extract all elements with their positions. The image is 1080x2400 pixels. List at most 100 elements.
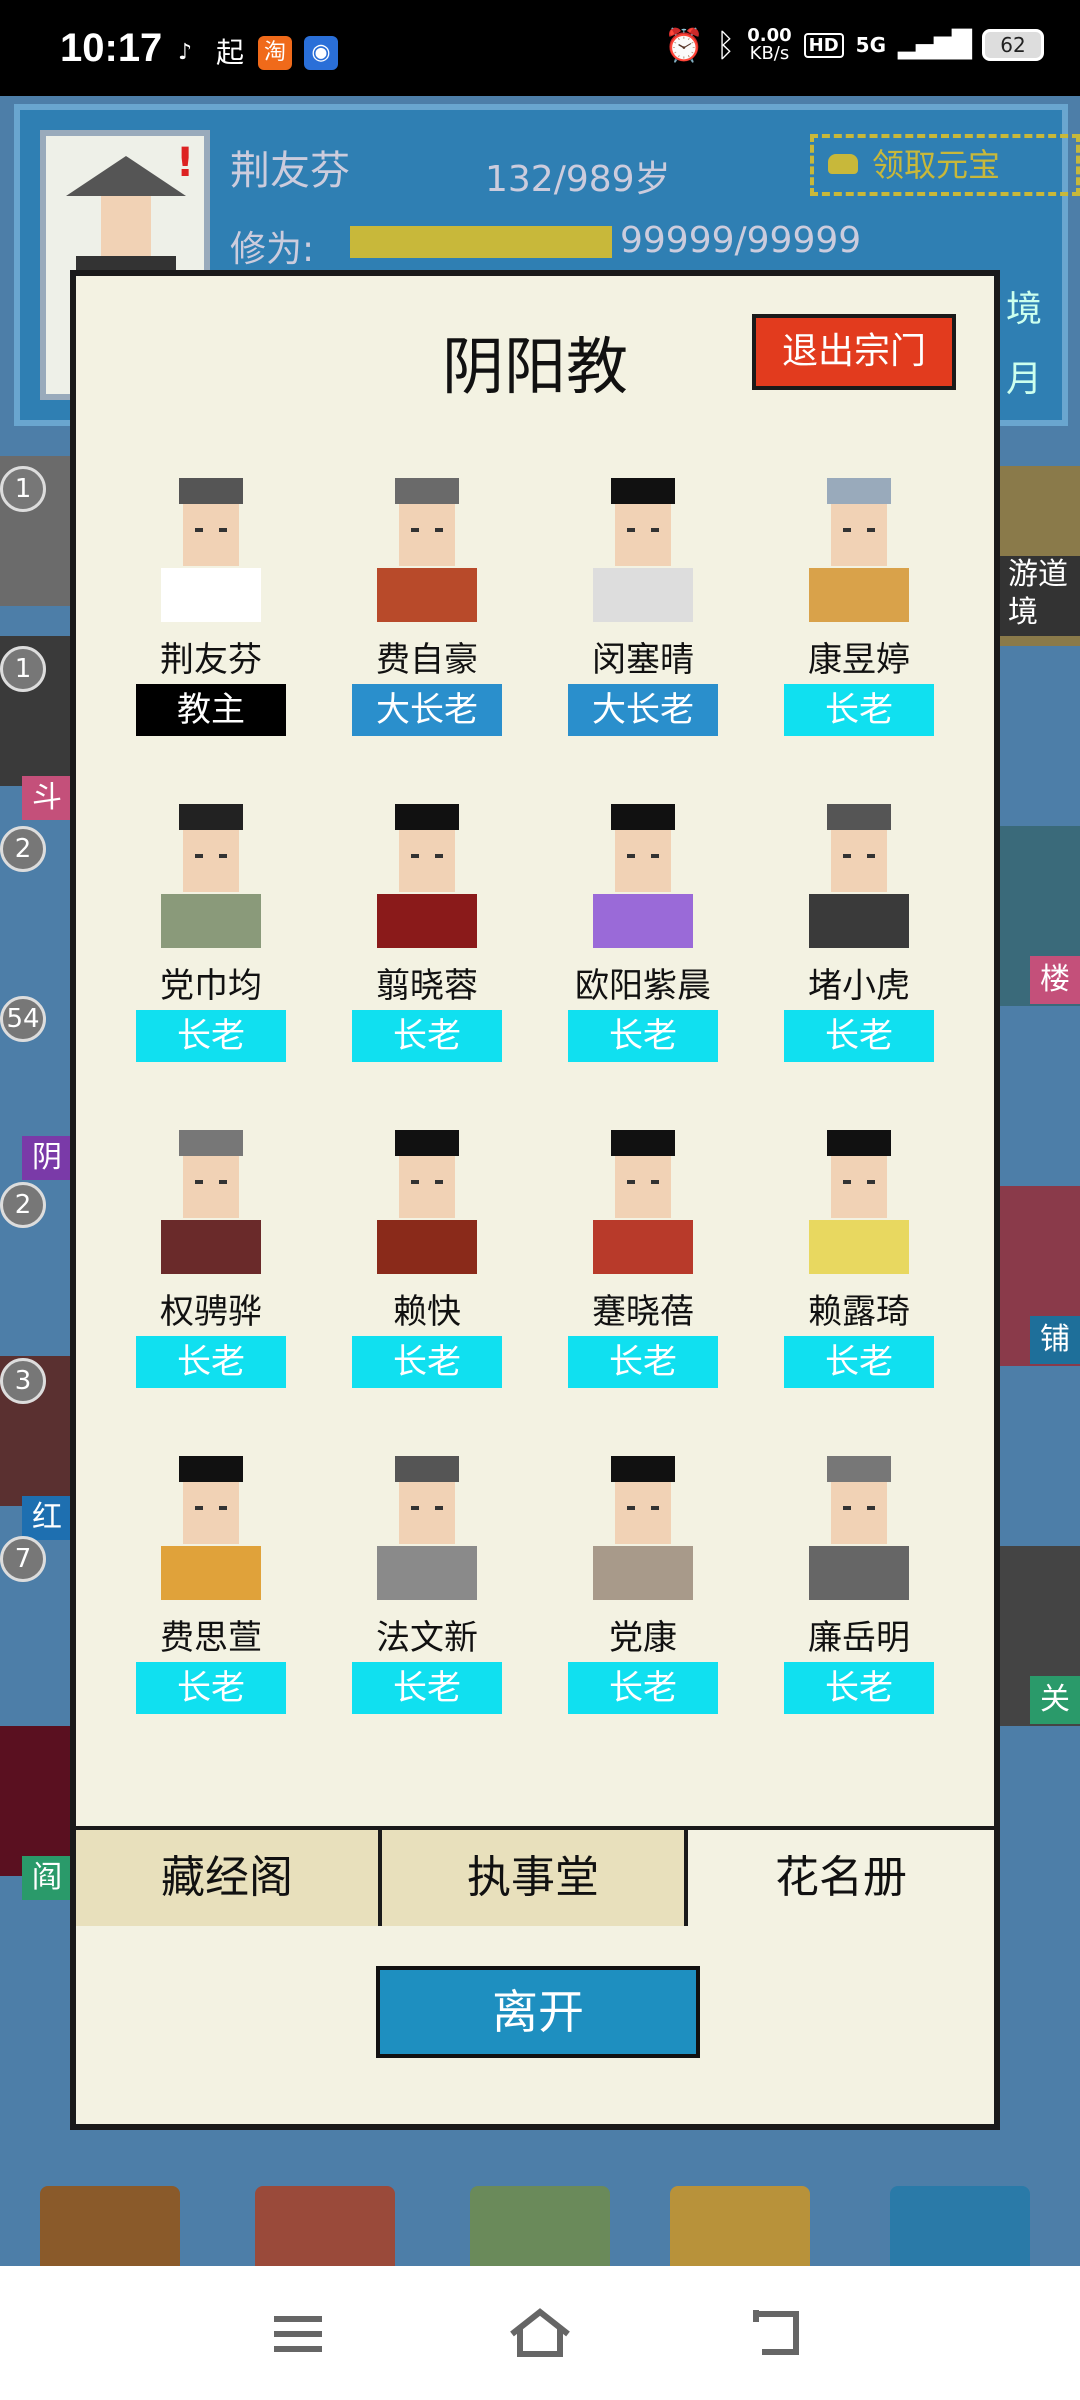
member-name: 蹇晓蓓 [592,1292,694,1332]
member-card[interactable]: 党巾均 长老 [136,782,286,1082]
member-name: 翦晓蓉 [376,966,478,1006]
left-building-4 [0,1726,76,1876]
back-icon[interactable] [752,2308,812,2358]
left-badge-5: 2 [0,1182,46,1228]
member-role-badge: 长老 [784,684,934,736]
left-badge-2: 1 [0,646,46,692]
signal-bars-icon: ▂▄▆█ [898,30,972,60]
member-portrait-icon [377,804,477,948]
member-role-badge: 长老 [784,1336,934,1388]
tab-roster[interactable]: 花名册 [688,1830,994,1926]
member-card[interactable]: 党康 长老 [568,1434,718,1734]
member-role-badge: 大长老 [352,684,502,736]
member-portrait-icon [161,804,261,948]
member-card[interactable]: 赖快 长老 [352,1108,502,1408]
member-card[interactable]: 荆友芬 教主 [136,456,286,756]
menu-icon[interactable] [272,2314,326,2354]
member-name: 赖快 [393,1292,461,1332]
member-portrait-icon [377,1130,477,1274]
member-name: 欧阳紫晨 [575,966,711,1006]
member-portrait-icon [593,1456,693,1600]
tab-scripture-pavilion[interactable]: 藏经阁 [76,1830,382,1926]
member-name: 党巾均 [160,966,262,1006]
member-name: 廉岳明 [808,1618,910,1658]
right-tag-1[interactable]: 游道境 [998,556,1080,636]
member-card[interactable]: 堵小虎 长老 [784,782,934,1082]
tab-affairs-hall[interactable]: 执事堂 [382,1830,688,1926]
member-portrait-icon [809,1456,909,1600]
member-name: 赖露琦 [808,1292,910,1332]
member-portrait-icon [809,1130,909,1274]
quit-sect-button[interactable]: 退出宗门 [752,314,956,390]
battery-icon: 62 [982,29,1044,61]
member-portrait-icon [377,1456,477,1600]
member-name: 费自豪 [376,640,478,680]
member-portrait-icon [161,1456,261,1600]
member-role-badge: 长老 [568,1662,718,1714]
member-portrait-icon [377,478,477,622]
right-tag-2[interactable]: 楼 [1030,956,1080,1004]
system-nav-bar [0,2266,1080,2400]
member-portrait-icon [593,1130,693,1274]
member-portrait-icon [593,478,693,622]
leave-button[interactable]: 离开 [376,1966,700,2058]
sect-dialog: 阴阳教 退出宗门 荆友芬 教主 费自豪 大长老 闵塞晴 大长老 康昱婷 长老 党巾均 长老 翦晓蓉长… [70,270,1000,2130]
app-icon: ◉ [304,36,338,70]
member-role-badge: 长老 [784,1010,934,1062]
home-icon[interactable] [508,2306,572,2360]
status-time: 10:17 [60,26,163,70]
qidian-icon: 起 [215,36,244,69]
taobao-icon: 淘 [258,36,292,70]
right-tag-3[interactable]: 铺 [1030,1316,1080,1364]
member-card[interactable]: 赖露琦 长老 [784,1108,934,1408]
status-right: ⏰ ᛒ 0.00 KB/s HD 5G ▂▄▆█ 62 [664,26,1044,64]
member-card[interactable]: 闵塞晴 大长老 [568,456,718,756]
member-portrait-icon [809,478,909,622]
member-card[interactable]: 权骋骅 长老 [136,1108,286,1408]
dialog-tabs: 藏经阁 执事堂 花名册 [76,1826,994,1926]
net-speed: 0.00 KB/s [747,25,792,64]
month-text: 月 [1005,359,1042,400]
member-card[interactable]: 费思萱 长老 [136,1434,286,1734]
member-name: 党康 [609,1618,677,1658]
signal-icon: 5G [855,33,887,57]
member-card[interactable]: 欧阳紫晨 长老 [568,782,718,1082]
member-portrait-icon [161,1130,261,1274]
member-role-badge: 长老 [352,1336,502,1388]
member-role-badge: 大长老 [568,684,718,736]
claim-yuanbao-button[interactable]: 领取元宝 [810,134,1080,196]
left-badge-7: 7 [0,1536,46,1582]
member-card[interactable]: 翦晓蓉 长老 [352,782,502,1082]
member-role-badge: 长老 [568,1336,718,1388]
member-card[interactable]: 法文新 长老 [352,1434,502,1734]
member-name: 闵塞晴 [592,640,694,680]
member-role-badge: 教主 [136,684,286,736]
member-card[interactable]: 康昱婷 长老 [784,456,934,756]
left-badge-3: 2 [0,826,46,872]
player-age: 132/989岁 [485,159,671,200]
member-portrait-icon [161,478,261,622]
cultivation-label: 修为: [230,229,315,270]
cultivation-value: 99999/99999 [620,220,862,261]
member-role-badge: 长老 [136,1662,286,1714]
member-role-badge: 长老 [136,1010,286,1062]
member-name: 权骋骅 [160,1292,262,1332]
member-role-badge: 长老 [568,1010,718,1062]
member-card[interactable]: 蹇晓蓓 长老 [568,1108,718,1408]
member-card[interactable]: 费自豪 大长老 [352,456,502,756]
member-portrait-icon [593,804,693,948]
hd-icon: HD [803,32,844,58]
status-bar: 10:17 ♪ 起 淘 ◉ ⏰ ᛒ 0.00 KB/s HD 5G ▂▄▆█ 62 [0,0,1080,96]
member-name: 康昱婷 [808,640,910,680]
member-name: 费思萱 [160,1618,262,1658]
bluetooth-icon: ᛒ [716,26,736,64]
player-name: 荆友芬 [230,148,350,194]
member-name: 法文新 [376,1618,478,1658]
member-card[interactable]: 廉岳明 长老 [784,1434,934,1734]
member-role-badge: 长老 [136,1336,286,1388]
member-role-badge: 长老 [352,1010,502,1062]
member-name: 荆友芬 [160,640,262,680]
member-role-badge: 长老 [784,1662,934,1714]
member-grid: 荆友芬 教主 费自豪 大长老 闵塞晴 大长老 康昱婷 长老 党巾均 长老 翦晓蓉 长老 欧阳紫晨 长老 堵小… [136,456,1000,1766]
right-tag-4[interactable]: 关 [1030,1676,1080,1724]
